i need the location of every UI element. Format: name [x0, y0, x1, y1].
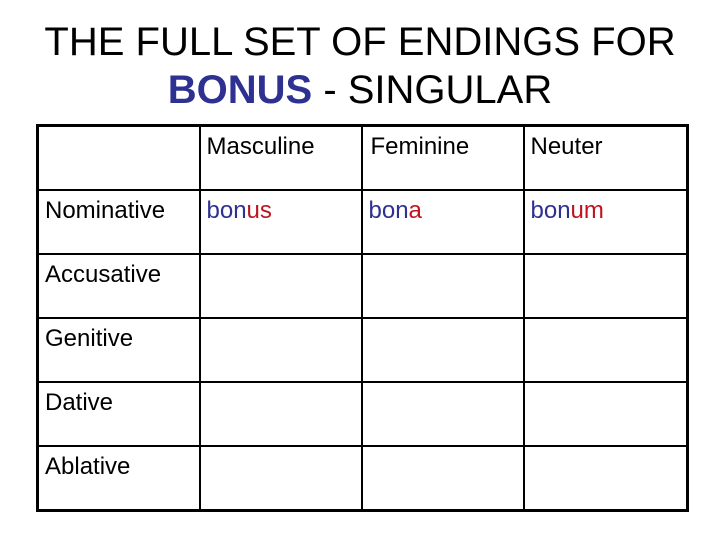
- form-cell: [360, 253, 525, 319]
- header-corner: [36, 124, 201, 191]
- slide-title: THE FULL SET OF ENDINGS FOR BONUS - SING…: [0, 18, 720, 114]
- form-cell: [522, 381, 689, 447]
- form-cell: [360, 381, 525, 447]
- ending: us: [246, 197, 272, 224]
- case-label: Accusative: [36, 253, 201, 319]
- stem: bon: [530, 197, 571, 224]
- case-label: Ablative: [36, 445, 201, 512]
- header-neuter: Neuter: [522, 124, 689, 191]
- case-label: Genitive: [36, 317, 201, 383]
- form-cell: [522, 253, 689, 319]
- form-cell: [198, 381, 363, 447]
- title-line-1: THE FULL SET OF ENDINGS FOR: [44, 20, 676, 64]
- table-row: Ablative: [36, 445, 689, 512]
- table-row: Accusative: [36, 253, 689, 319]
- header-masculine: Masculine: [198, 124, 363, 191]
- form-cell: [360, 317, 525, 383]
- endings-table: Masculine Feminine Neuter Nominative bon…: [36, 124, 689, 512]
- title-line-2: BONUS - SINGULAR: [0, 66, 720, 114]
- form-cell: [198, 253, 363, 319]
- table-row: Genitive: [36, 317, 689, 383]
- form-cell: bona: [360, 189, 525, 255]
- title-word: BONUS: [167, 68, 313, 112]
- form-cell: bonus: [198, 189, 363, 255]
- form-cell: [198, 317, 363, 383]
- form-cell: [522, 317, 689, 383]
- stem: bon: [206, 197, 247, 224]
- header-feminine: Feminine: [360, 124, 525, 191]
- form-cell: bonum: [522, 189, 689, 255]
- form-cell: [522, 445, 689, 512]
- case-label: Nominative: [36, 189, 201, 255]
- form-cell: [360, 445, 525, 512]
- table-row: Nominative bonus bona bonum: [36, 189, 689, 255]
- ending: um: [570, 197, 604, 224]
- header-row: Masculine Feminine Neuter: [36, 124, 689, 191]
- title-suffix: - SINGULAR: [312, 68, 553, 112]
- ending: a: [408, 197, 422, 224]
- stem: bon: [368, 197, 409, 224]
- form-cell: [198, 445, 363, 512]
- case-label: Dative: [36, 381, 201, 447]
- table-row: Dative: [36, 381, 689, 447]
